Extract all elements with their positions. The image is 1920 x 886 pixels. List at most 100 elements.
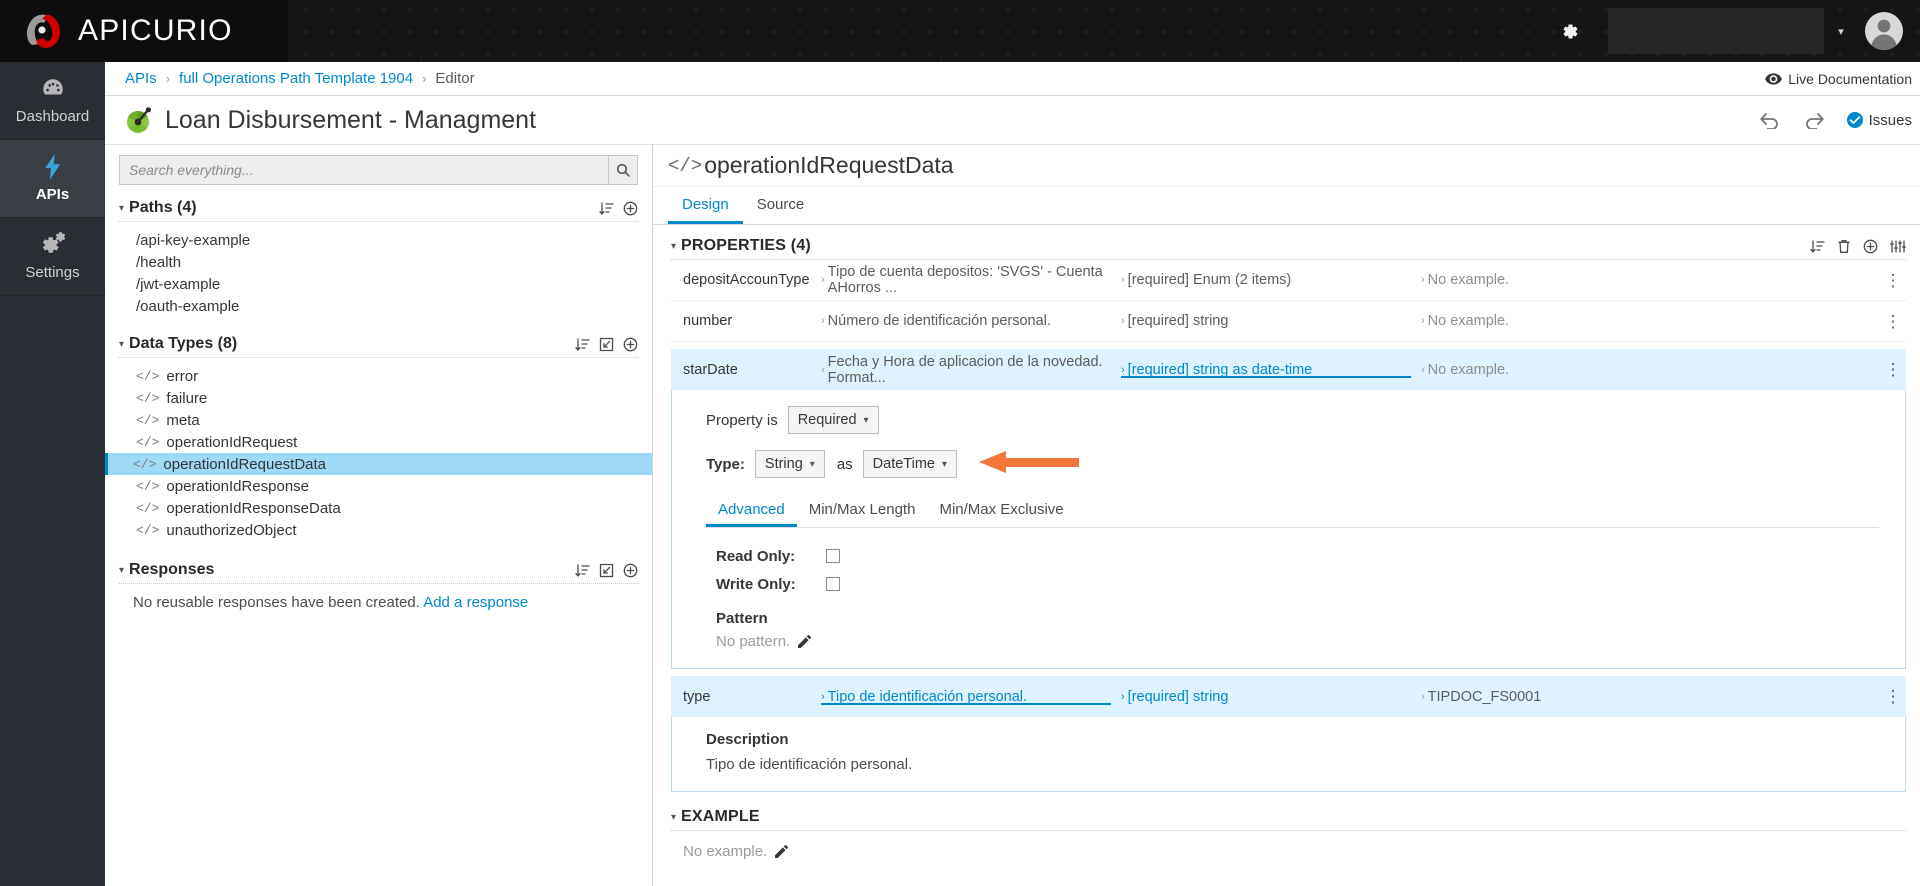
code-icon: </>	[136, 412, 160, 428]
list-item[interactable]: </> unauthorizedObject	[105, 519, 652, 541]
apicurio-editor-window: APICURIO ▾ Dashboard APIs Settings APIs …	[0, 0, 1920, 886]
section-tools-paths	[599, 201, 638, 216]
pencil-icon[interactable]	[798, 635, 812, 648]
tab-design[interactable]: Design	[668, 187, 743, 224]
property-editor-panel: Property is Required ▾ Type: String ▾ as…	[671, 390, 1906, 669]
section-title-data-types: Data Types (8)	[129, 335, 238, 352]
issues-button[interactable]: Issues	[1846, 112, 1912, 129]
chevron-down-icon[interactable]: ▾	[671, 241, 676, 252]
redo-arrow-icon[interactable]	[1803, 112, 1825, 129]
description-heading: Description	[706, 731, 789, 748]
property-description[interactable]: › Tipo de cuenta depositos: 'SVGS' - Cuen…	[821, 264, 1121, 296]
sidebar-item-apis[interactable]: APIs	[0, 140, 105, 218]
table-row-selected[interactable]: starDate › Fecha y Hora de aplicacion de …	[671, 349, 1906, 390]
sort-icon[interactable]	[575, 563, 590, 578]
sort-icon[interactable]	[599, 201, 614, 216]
property-example[interactable]: › TIPDOC_FS0001	[1421, 689, 1880, 705]
breadcrumb-item-api[interactable]: full Operations Path Template 1904	[179, 70, 413, 87]
masthead-actions: ▾	[1542, 0, 1920, 62]
list-item[interactable]: /jwt-example	[105, 273, 652, 295]
property-example[interactable]: › No example.	[1421, 362, 1880, 378]
list-item[interactable]: </> error	[105, 365, 652, 387]
property-example[interactable]: › No example.	[1421, 272, 1880, 288]
list-item[interactable]: </> operationIdRequest	[105, 431, 652, 453]
sort-icon[interactable]	[575, 337, 590, 352]
list-item[interactable]: /api-key-example	[105, 229, 652, 251]
pencil-icon[interactable]	[775, 845, 789, 858]
subtab-min-max-exclusive[interactable]: Min/Max Exclusive	[927, 494, 1075, 527]
chevron-down-icon[interactable]: ▾	[119, 339, 124, 350]
data-type-label: unauthorizedObject	[166, 521, 297, 539]
search-input[interactable]	[119, 155, 608, 185]
chevron-down-icon[interactable]: ▾	[119, 565, 124, 576]
chevron-right-icon: ›	[1121, 363, 1125, 376]
breadcrumb-separator-2: ›	[422, 71, 427, 86]
avatar[interactable]	[1858, 0, 1910, 62]
user-name-box[interactable]	[1608, 8, 1824, 54]
property-required-select[interactable]: Required ▾	[787, 406, 879, 434]
format-select[interactable]: DateTime ▾	[862, 450, 958, 478]
sidebar-item-settings[interactable]: Settings	[0, 218, 105, 296]
type-select[interactable]: String ▾	[754, 450, 825, 478]
property-example[interactable]: › No example.	[1421, 313, 1880, 329]
property-is-label: Property is	[706, 411, 778, 429]
property-type[interactable]: › [required] Enum (2 items)	[1121, 272, 1421, 288]
add-circle-icon[interactable]	[623, 201, 638, 216]
search-icon[interactable]	[608, 155, 638, 185]
list-item-selected[interactable]: </> operationIdRequestData	[105, 453, 652, 475]
advanced-tab-body: Read Only: Write Only: Pattern No patter…	[672, 528, 1905, 650]
chevron-down-icon[interactable]: ▾	[119, 203, 124, 214]
property-type[interactable]: › [required] string	[1121, 689, 1421, 705]
row-menu-icon[interactable]: ⋮	[1880, 688, 1906, 705]
trash-icon[interactable]	[1837, 239, 1851, 254]
live-documentation-button[interactable]: Live Documentation	[1765, 71, 1920, 87]
row-menu-icon[interactable]: ⋮	[1880, 272, 1906, 289]
brand-area[interactable]: APICURIO	[0, 0, 288, 62]
row-menu-icon[interactable]: ⋮	[1880, 313, 1906, 330]
import-icon[interactable]	[599, 563, 614, 578]
list-item[interactable]: </> operationIdResponse	[105, 475, 652, 497]
list-item[interactable]: /oauth-example	[105, 295, 652, 317]
code-icon: </>	[136, 390, 160, 406]
table-row-selected[interactable]: type › Tipo de identificación personal. ›…	[671, 676, 1906, 717]
chevron-down-icon[interactable]: ▾	[1824, 0, 1858, 62]
list-item[interactable]: </> failure	[105, 387, 652, 409]
property-description[interactable]: › Número de identificación personal.	[821, 313, 1121, 329]
gear-icon[interactable]	[1542, 0, 1596, 62]
chevron-right-icon: ›	[821, 690, 825, 703]
add-circle-icon[interactable]	[623, 337, 638, 352]
sort-icon[interactable]	[1810, 239, 1825, 254]
table-row[interactable]: number › Número de identificación persona…	[671, 301, 1906, 342]
list-item[interactable]: </> meta	[105, 409, 652, 431]
list-item[interactable]: /health	[105, 251, 652, 273]
example-section-header: ▾ EXAMPLE	[653, 792, 1920, 830]
tab-source[interactable]: Source	[743, 187, 819, 224]
format-value: DateTime	[872, 456, 935, 472]
chevron-down-icon[interactable]: ▾	[671, 812, 676, 823]
property-description[interactable]: › Fecha y Hora de aplicacion de la noveda…	[821, 354, 1121, 386]
write-only-checkbox[interactable]	[826, 577, 840, 591]
subtab-advanced[interactable]: Advanced	[706, 494, 797, 527]
add-circle-icon[interactable]	[623, 563, 638, 578]
path-label: /api-key-example	[136, 231, 251, 249]
type-label: Type:	[706, 455, 745, 473]
property-type[interactable]: › [required] string as date-time	[1121, 362, 1421, 378]
data-type-label: operationIdResponse	[166, 477, 310, 495]
import-icon[interactable]	[599, 337, 614, 352]
add-circle-icon[interactable]	[1863, 239, 1878, 254]
list-item[interactable]: </> operationIdResponseData	[105, 497, 652, 519]
columns-icon[interactable]	[1890, 239, 1906, 254]
property-type[interactable]: › [required] string	[1121, 313, 1421, 329]
breadcrumb-item-apis[interactable]: APIs	[125, 70, 157, 87]
table-row[interactable]: depositAccounType › Tipo de cuenta deposi…	[671, 260, 1906, 301]
read-only-checkbox[interactable]	[826, 549, 840, 563]
add-response-link[interactable]: Add a response	[423, 594, 528, 611]
pattern-value-row: No pattern.	[716, 633, 1905, 650]
undo-arrow-icon[interactable]	[1759, 112, 1781, 129]
row-menu-icon[interactable]: ⋮	[1880, 361, 1906, 378]
sidebar-item-dashboard[interactable]: Dashboard	[0, 62, 105, 140]
subtab-min-max-length[interactable]: Min/Max Length	[797, 494, 928, 527]
property-description-text: Número de identificación personal.	[827, 313, 1051, 329]
as-label: as	[836, 455, 853, 473]
property-description[interactable]: › Tipo de identificación personal.	[821, 689, 1121, 705]
